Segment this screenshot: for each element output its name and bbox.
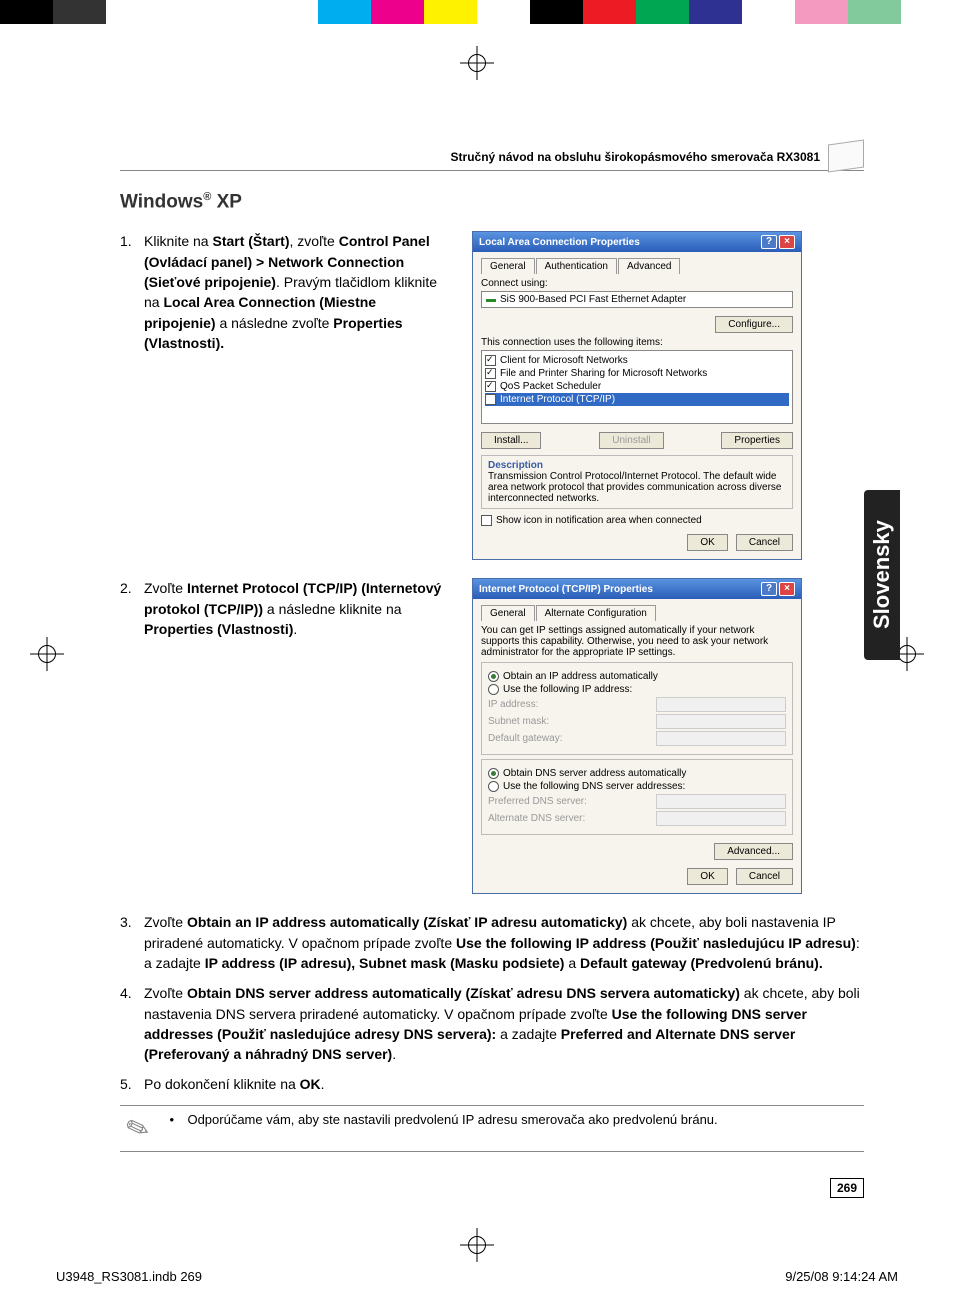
radio-label: Use the following IP address: bbox=[503, 684, 786, 695]
install-button[interactable]: Install... bbox=[481, 432, 541, 449]
list-item: Client for Microsoft Networks bbox=[500, 355, 628, 366]
cancel-button[interactable]: Cancel bbox=[736, 868, 793, 885]
tcpip-blurb: You can get IP settings assigned automat… bbox=[481, 625, 793, 658]
step-number: 5. bbox=[120, 1074, 144, 1094]
checkbox-icon[interactable] bbox=[485, 355, 496, 366]
ip-address-label: IP address: bbox=[488, 699, 538, 710]
alternate-dns-input bbox=[656, 811, 786, 826]
pencil-icon: ✎ bbox=[115, 1107, 160, 1150]
step-number: 3. bbox=[120, 912, 144, 973]
step-number: 4. bbox=[120, 983, 144, 1064]
items-label: This connection uses the following items… bbox=[481, 337, 793, 348]
description-box: Description Transmission Control Protoco… bbox=[481, 455, 793, 509]
running-head: Stručný návod na obsluhu širokopásmového… bbox=[120, 150, 864, 171]
note-text: Odporúčame vám, aby ste nastavili predvo… bbox=[187, 1112, 717, 1127]
footer-timestamp: 9/25/08 9:14:24 AM bbox=[785, 1269, 898, 1284]
close-icon[interactable]: × bbox=[779, 235, 795, 249]
dialog-title: Local Area Connection Properties bbox=[479, 237, 640, 248]
section-title: Windows® XP bbox=[120, 191, 864, 213]
adapter-field: ▬ SiS 900-Based PCI Fast Ethernet Adapte… bbox=[481, 291, 793, 308]
language-side-tab: Slovensky bbox=[864, 490, 900, 660]
subnet-input bbox=[656, 714, 786, 729]
properties-button[interactable]: Properties bbox=[721, 432, 793, 449]
tab-advanced[interactable]: Advanced bbox=[618, 258, 680, 274]
subnet-label: Subnet mask: bbox=[488, 716, 549, 727]
footer-file-info: U3948_RS3081.indb 269 bbox=[56, 1269, 202, 1284]
note-block: ✎ • Odporúčame vám, aby ste nastavili pr… bbox=[120, 1105, 864, 1152]
help-icon[interactable]: ? bbox=[761, 235, 777, 249]
checkbox-icon[interactable] bbox=[485, 381, 496, 392]
list-item: QoS Packet Scheduler bbox=[500, 381, 601, 392]
description-text: Transmission Control Protocol/Internet P… bbox=[488, 471, 786, 504]
step-3-text: Zvoľte Obtain an IP address automaticall… bbox=[144, 912, 864, 973]
radio-label: Obtain DNS server address automatically bbox=[503, 768, 786, 779]
radio-use-ip[interactable] bbox=[488, 684, 499, 695]
radio-auto-ip[interactable] bbox=[488, 671, 499, 682]
local-area-connection-dialog: Local Area Connection Properties ? × Gen… bbox=[472, 231, 802, 560]
show-icon-checkbox[interactable] bbox=[481, 515, 492, 526]
step-number: 2. bbox=[120, 578, 144, 639]
radio-use-dns[interactable] bbox=[488, 781, 499, 792]
color-calibration-bar bbox=[0, 0, 954, 24]
cancel-button[interactable]: Cancel bbox=[736, 534, 793, 551]
connect-using-label: Connect using: bbox=[481, 278, 793, 289]
dialog-title: Internet Protocol (TCP/IP) Properties bbox=[479, 584, 653, 595]
step-4-text: Zvoľte Obtain DNS server address automat… bbox=[144, 983, 864, 1064]
gateway-label: Default gateway: bbox=[488, 733, 563, 744]
registration-mark-icon bbox=[460, 46, 494, 80]
manual-icon bbox=[828, 139, 864, 172]
page-number: 269 bbox=[830, 1178, 864, 1198]
help-icon[interactable]: ? bbox=[761, 582, 777, 596]
registration-mark-icon bbox=[30, 637, 64, 671]
ok-button[interactable]: OK bbox=[687, 534, 727, 551]
tab-general[interactable]: General bbox=[481, 258, 535, 274]
alternate-dns-label: Alternate DNS server: bbox=[488, 813, 585, 824]
list-item: Internet Protocol (TCP/IP) bbox=[500, 394, 615, 405]
uninstall-button: Uninstall bbox=[599, 432, 663, 449]
ip-address-input bbox=[656, 697, 786, 712]
tab-authentication[interactable]: Authentication bbox=[536, 258, 617, 274]
step-1-text: Kliknite na Start (Štart), zvoľte Contro… bbox=[144, 231, 450, 353]
radio-label: Obtain an IP address automatically bbox=[503, 671, 786, 682]
gateway-input bbox=[656, 731, 786, 746]
tab-alternate[interactable]: Alternate Configuration bbox=[536, 605, 656, 621]
radio-auto-dns[interactable] bbox=[488, 768, 499, 779]
tcpip-properties-dialog: Internet Protocol (TCP/IP) Properties ? … bbox=[472, 578, 802, 894]
section-title-post: XP bbox=[211, 191, 242, 212]
step-number: 1. bbox=[120, 231, 144, 353]
advanced-button[interactable]: Advanced... bbox=[714, 843, 793, 860]
ok-button[interactable]: OK bbox=[687, 868, 727, 885]
configure-button[interactable]: Configure... bbox=[715, 316, 793, 333]
preferred-dns-input bbox=[656, 794, 786, 809]
tab-general[interactable]: General bbox=[481, 605, 535, 621]
close-icon[interactable]: × bbox=[779, 582, 795, 596]
bullet-icon: • bbox=[169, 1112, 187, 1127]
section-title-pre: Windows bbox=[120, 191, 203, 212]
show-icon-label: Show icon in notification area when conn… bbox=[496, 515, 793, 526]
adapter-name: SiS 900-Based PCI Fast Ethernet Adapter bbox=[500, 294, 686, 305]
registration-mark-icon bbox=[460, 1228, 494, 1262]
list-item: File and Printer Sharing for Microsoft N… bbox=[500, 368, 707, 379]
running-head-text: Stručný návod na obsluhu širokopásmového… bbox=[451, 150, 820, 164]
checkbox-icon[interactable] bbox=[485, 394, 496, 405]
preferred-dns-label: Preferred DNS server: bbox=[488, 796, 587, 807]
step-5-text: Po dokončení kliknite na OK. bbox=[144, 1074, 864, 1094]
connection-items-list[interactable]: Client for Microsoft Networks File and P… bbox=[481, 350, 793, 424]
description-heading: Description bbox=[488, 460, 786, 471]
step-2-text: Zvoľte Internet Protocol (TCP/IP) (Inter… bbox=[144, 578, 450, 639]
checkbox-icon[interactable] bbox=[485, 368, 496, 379]
radio-label: Use the following DNS server addresses: bbox=[503, 781, 786, 792]
